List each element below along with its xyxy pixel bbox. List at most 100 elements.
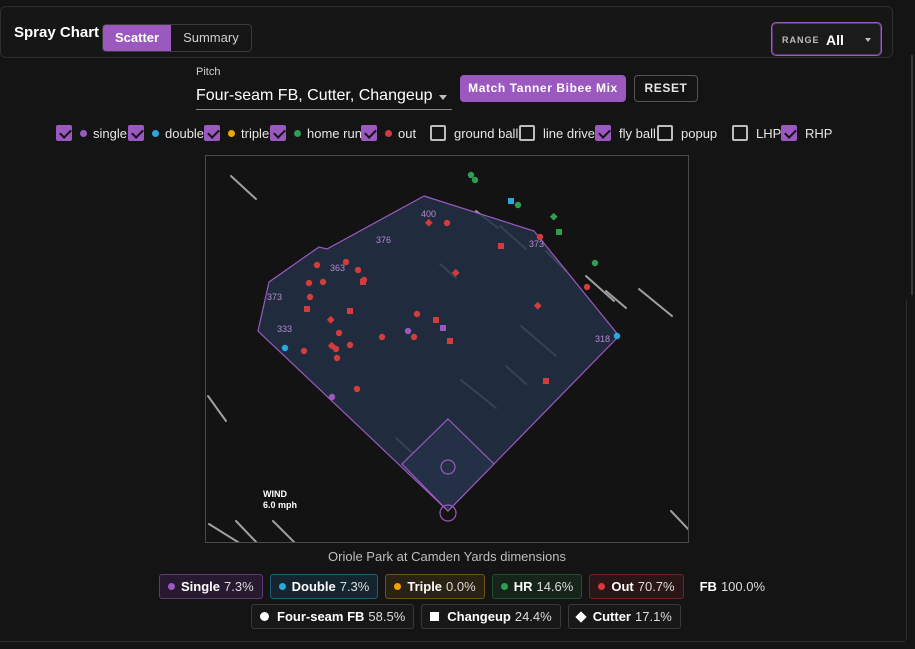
header-bar: Spray Chart Scatter Summary RANGE All [0, 6, 893, 58]
filter-label: line drive [543, 125, 596, 141]
checkbox-triple[interactable] [204, 125, 220, 141]
distance-label: 373 [529, 239, 544, 249]
ball-out [306, 293, 314, 301]
ball-home-run-changeup [556, 229, 562, 235]
ball-double-changeup [508, 198, 514, 204]
pitch-select-value: Four-seam FB, Cutter, Changeup [196, 87, 433, 104]
ball-out [319, 278, 327, 286]
ball-home-run [471, 176, 479, 184]
distance-label: 376 [376, 235, 391, 245]
spray-chart-field: 400 376 373 363 373 333 318 WIND 6.0 mph [205, 155, 689, 543]
pitch-legend: Four-seam FB 58.5% Changeup 24.4% Cutter… [251, 604, 681, 629]
ball-out [333, 354, 341, 362]
legend-changeup: Changeup 24.4% [421, 604, 561, 629]
range-value: All [826, 32, 844, 48]
pitch-select[interactable]: Four-seam FB, Cutter, Changeup [196, 84, 452, 110]
double-dot-icon [278, 583, 286, 590]
results-legend: Single 7.3% Double 7.3% Triple 0.0% HR 1… [159, 574, 774, 599]
ball-home-run [514, 201, 522, 209]
tab-summary[interactable]: Summary [171, 25, 251, 51]
range-select[interactable]: RANGE All [771, 22, 882, 56]
filter-label: single [93, 125, 127, 141]
home-run-dot-icon [500, 583, 508, 590]
filter-lhp[interactable]: LHP [732, 122, 781, 144]
park-caption: Oriole Park at Camden Yards dimensions [328, 549, 566, 564]
triple-dot-icon [394, 583, 402, 590]
ball-home-run-cutter [549, 212, 558, 221]
wind-speed: 6.0 mph [263, 500, 298, 510]
checkbox-out[interactable] [361, 125, 377, 141]
ball-out [583, 283, 591, 291]
filter-rhp[interactable]: RHP [781, 122, 832, 144]
ball-out-changeup [347, 308, 353, 314]
wind-indicator: WIND 6.0 mph [263, 489, 297, 511]
legend-out: Out 70.7% [589, 574, 684, 599]
checkbox-home-run[interactable] [270, 125, 286, 141]
legend-name: Out [611, 579, 634, 594]
ball-out-changeup [498, 243, 504, 249]
checkbox-rhp[interactable] [781, 125, 797, 141]
ball-home-run [591, 259, 599, 267]
legend-name: Changeup [447, 609, 511, 624]
checkbox-popup[interactable] [657, 125, 673, 141]
filter-row: single double triple home run out ground… [56, 122, 856, 144]
filter-label: triple [241, 125, 270, 141]
ball-out-changeup [543, 378, 549, 384]
checkbox-ground-ball[interactable] [430, 125, 446, 141]
scrollbar[interactable] [911, 55, 913, 295]
filter-label: home run [307, 125, 362, 141]
checkbox-double[interactable] [128, 125, 144, 141]
page-title: Spray Chart [14, 24, 100, 41]
ball-out [346, 341, 354, 349]
reset-button[interactable]: RESET [634, 75, 698, 102]
legend-name: HR [513, 579, 533, 594]
tab-scatter[interactable]: Scatter [103, 25, 172, 51]
legend-pct: 17.1% [635, 609, 672, 624]
legend-name: Four-seam FB [277, 609, 365, 624]
view-tabs: Scatter Summary [102, 24, 252, 52]
legend-name: Single [181, 579, 221, 594]
filter-ground-ball[interactable]: ground ball [430, 122, 518, 144]
filter-double[interactable]: double [128, 122, 204, 144]
range-label: RANGE [782, 35, 820, 45]
match-mix-button[interactable]: Match Tanner Bibee Mix [460, 75, 626, 102]
filter-single[interactable]: single [56, 122, 127, 144]
distance-label: 373 [267, 292, 282, 302]
filter-line-drive[interactable]: line drive [519, 122, 595, 144]
distance-label: 333 [277, 324, 292, 334]
filter-out[interactable]: out [361, 122, 416, 144]
ball-single-changeup [440, 325, 446, 331]
ball-out-changeup [304, 306, 310, 312]
ball-double [281, 344, 289, 352]
legend-name: Cutter [592, 609, 631, 624]
single-dot-icon [168, 583, 175, 590]
ball-out [313, 261, 321, 269]
legend-four-seam: Four-seam FB 58.5% [251, 604, 415, 629]
legend-pct: 7.3% [224, 579, 254, 594]
ball-out [443, 219, 451, 227]
panel-border [906, 300, 907, 640]
checkbox-lhp[interactable] [732, 125, 748, 141]
checkbox-fly-ball[interactable] [595, 125, 611, 141]
ball-out [305, 279, 313, 287]
checkbox-single[interactable] [56, 125, 72, 141]
filter-label: popup [681, 125, 718, 141]
legend-pct: 70.7% [637, 579, 675, 594]
ball-double [613, 332, 621, 340]
legend-pct: 14.6% [536, 579, 574, 594]
ball-out [300, 347, 308, 355]
filter-popup[interactable]: popup [657, 122, 717, 144]
diamond-icon [575, 610, 587, 623]
filter-home-run[interactable]: home run [270, 122, 362, 144]
legend-fb: FB 100.0% [691, 574, 774, 599]
legend-pct: 24.4% [514, 609, 552, 624]
filter-triple[interactable]: triple [204, 122, 269, 144]
filter-label: out [398, 125, 417, 141]
legend-single: Single 7.3% [159, 574, 263, 599]
filter-label: RHP [805, 125, 833, 141]
legend-pct: 0.0% [446, 579, 476, 594]
filter-fly-ball[interactable]: fly ball [595, 122, 656, 144]
checkbox-line-drive[interactable] [519, 125, 535, 141]
legend-pct: 7.3% [339, 579, 370, 594]
legend-double: Double 7.3% [269, 574, 379, 599]
